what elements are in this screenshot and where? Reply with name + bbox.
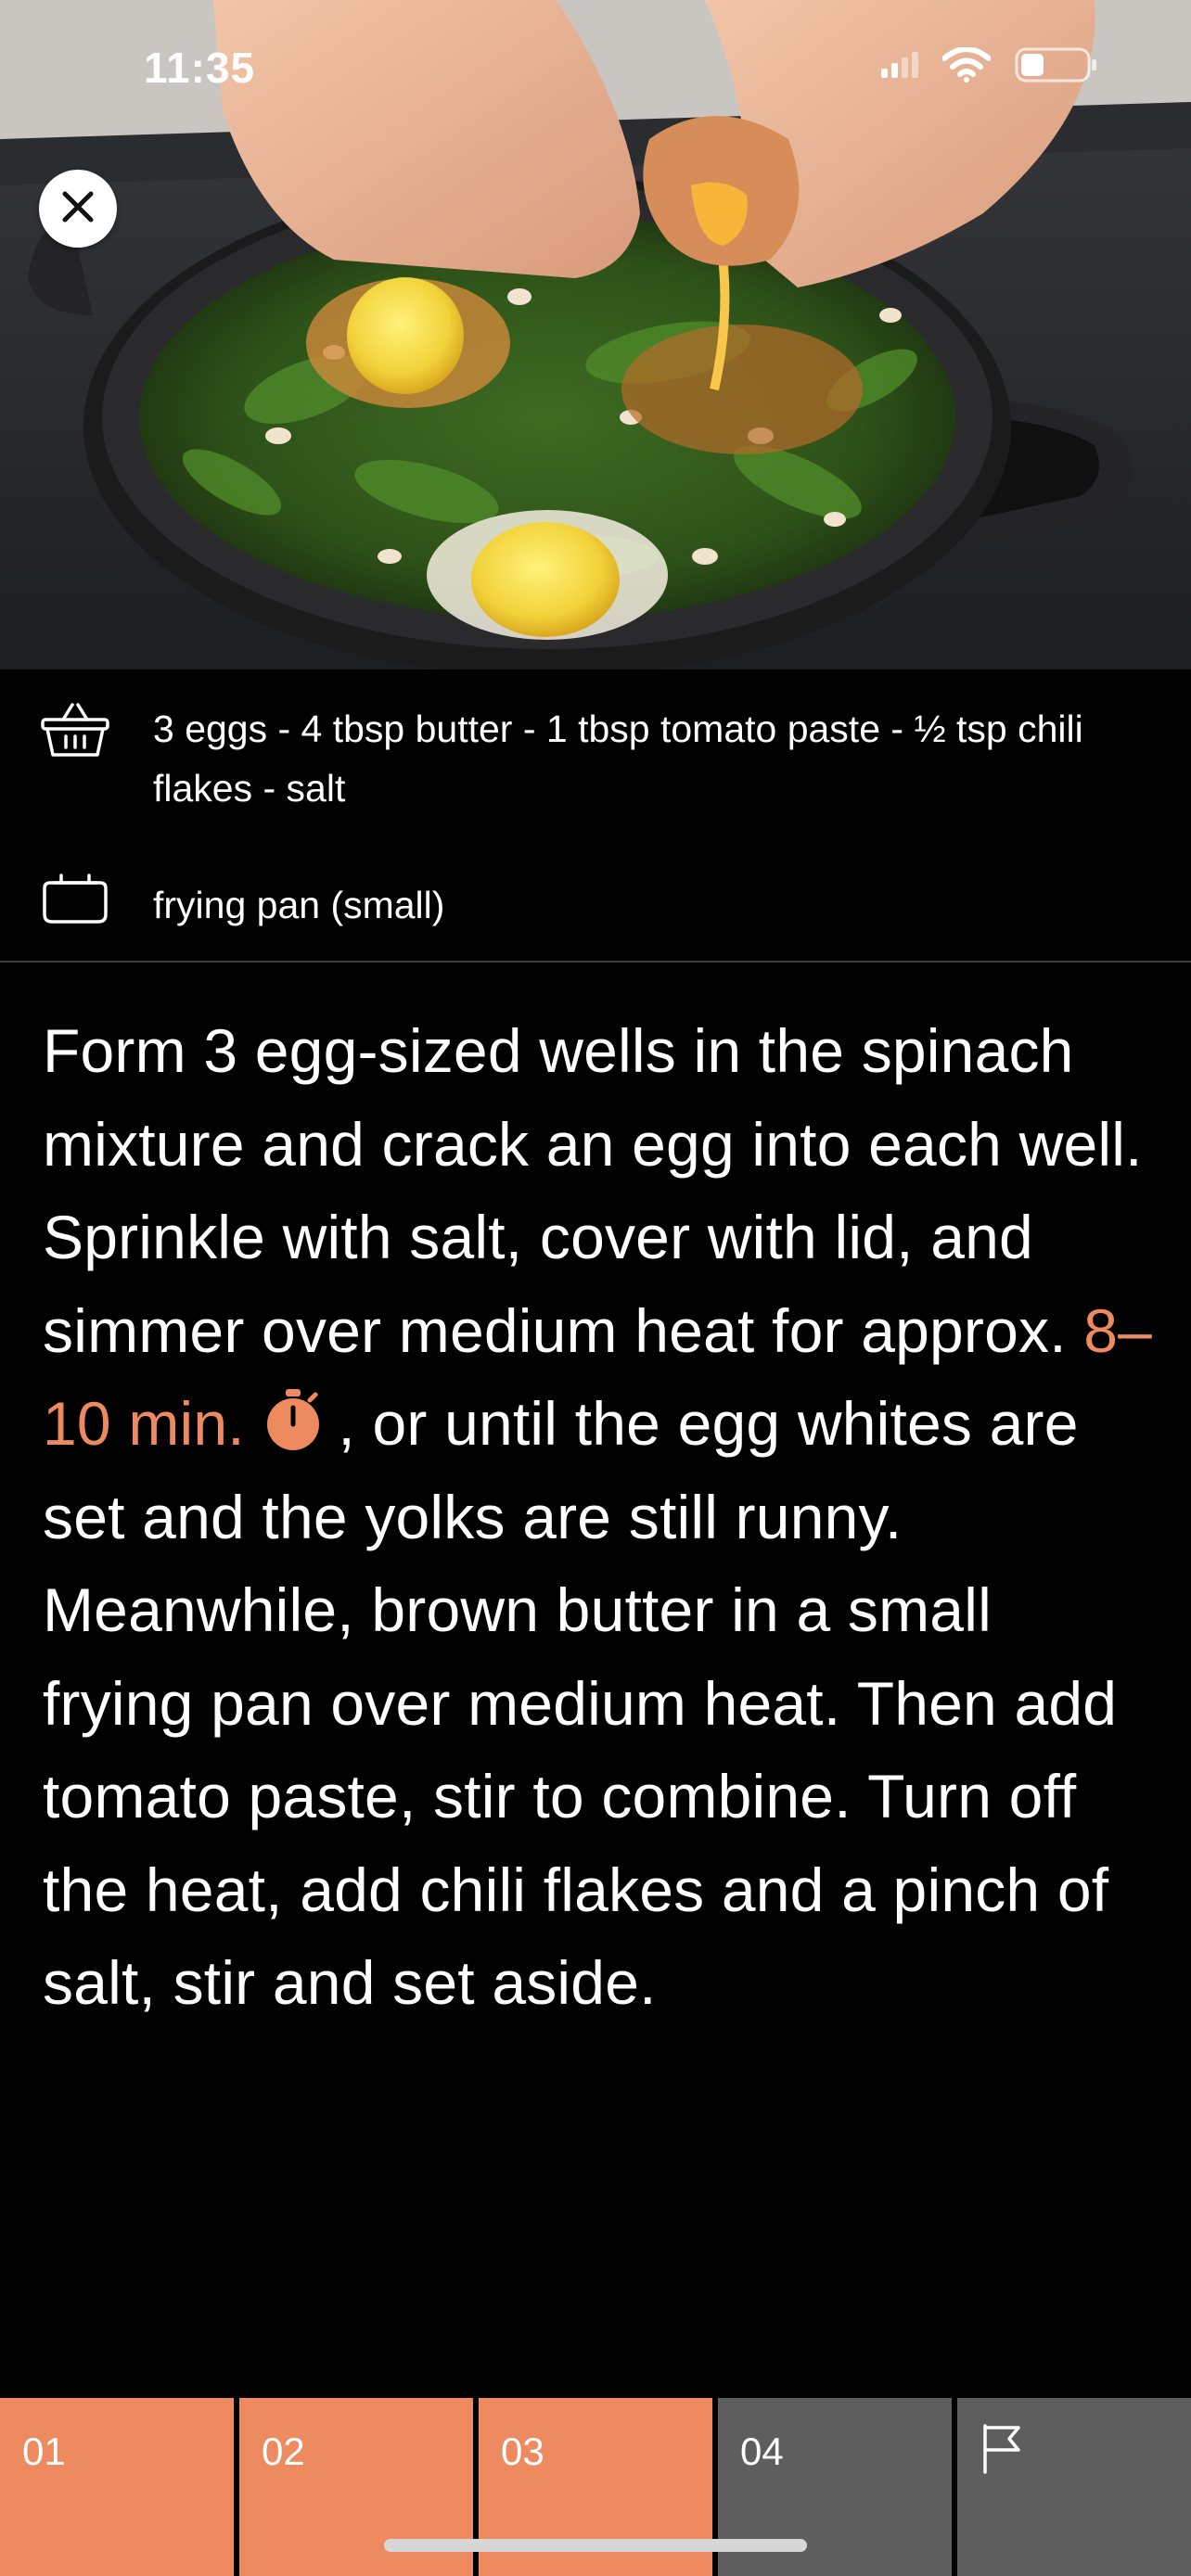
- stopwatch-icon[interactable]: [262, 1384, 325, 1450]
- divider: [0, 961, 1191, 963]
- step-label: 03: [501, 2429, 544, 2473]
- step-label: 01: [22, 2429, 66, 2473]
- ingredients-text: 3 eggs - 4 tbsp butter - 1 tbsp tomato p…: [153, 708, 1083, 810]
- status-time: 11:35: [144, 44, 256, 92]
- utensils-text: frying pan (small): [153, 884, 445, 926]
- step-label: 02: [262, 2429, 305, 2473]
- wifi-icon: [941, 46, 992, 87]
- step-tab-01[interactable]: 01: [0, 2398, 234, 2576]
- step-instruction: Form 3 egg-sized wells in the spinach mi…: [43, 1004, 1156, 2030]
- close-icon: [59, 188, 96, 230]
- battery-icon: [1015, 46, 1098, 88]
- flag-icon: [981, 2422, 1022, 2479]
- status-icons: [881, 46, 1098, 88]
- finish-tab[interactable]: [957, 2398, 1191, 2576]
- close-button[interactable]: [39, 170, 117, 248]
- basket-icon: [41, 701, 109, 763]
- pot-icon: [41, 868, 109, 930]
- home-indicator[interactable]: [384, 2539, 807, 2552]
- cellular-signal-icon: [881, 52, 918, 83]
- instruction-text-before: Form 3 egg-sized wells in the spinach mi…: [43, 1016, 1143, 1365]
- instruction-text-after: , or until the egg whites are set and th…: [43, 1389, 1118, 2017]
- step-label: 04: [740, 2429, 784, 2473]
- status-bar: 11:35: [0, 0, 1191, 139]
